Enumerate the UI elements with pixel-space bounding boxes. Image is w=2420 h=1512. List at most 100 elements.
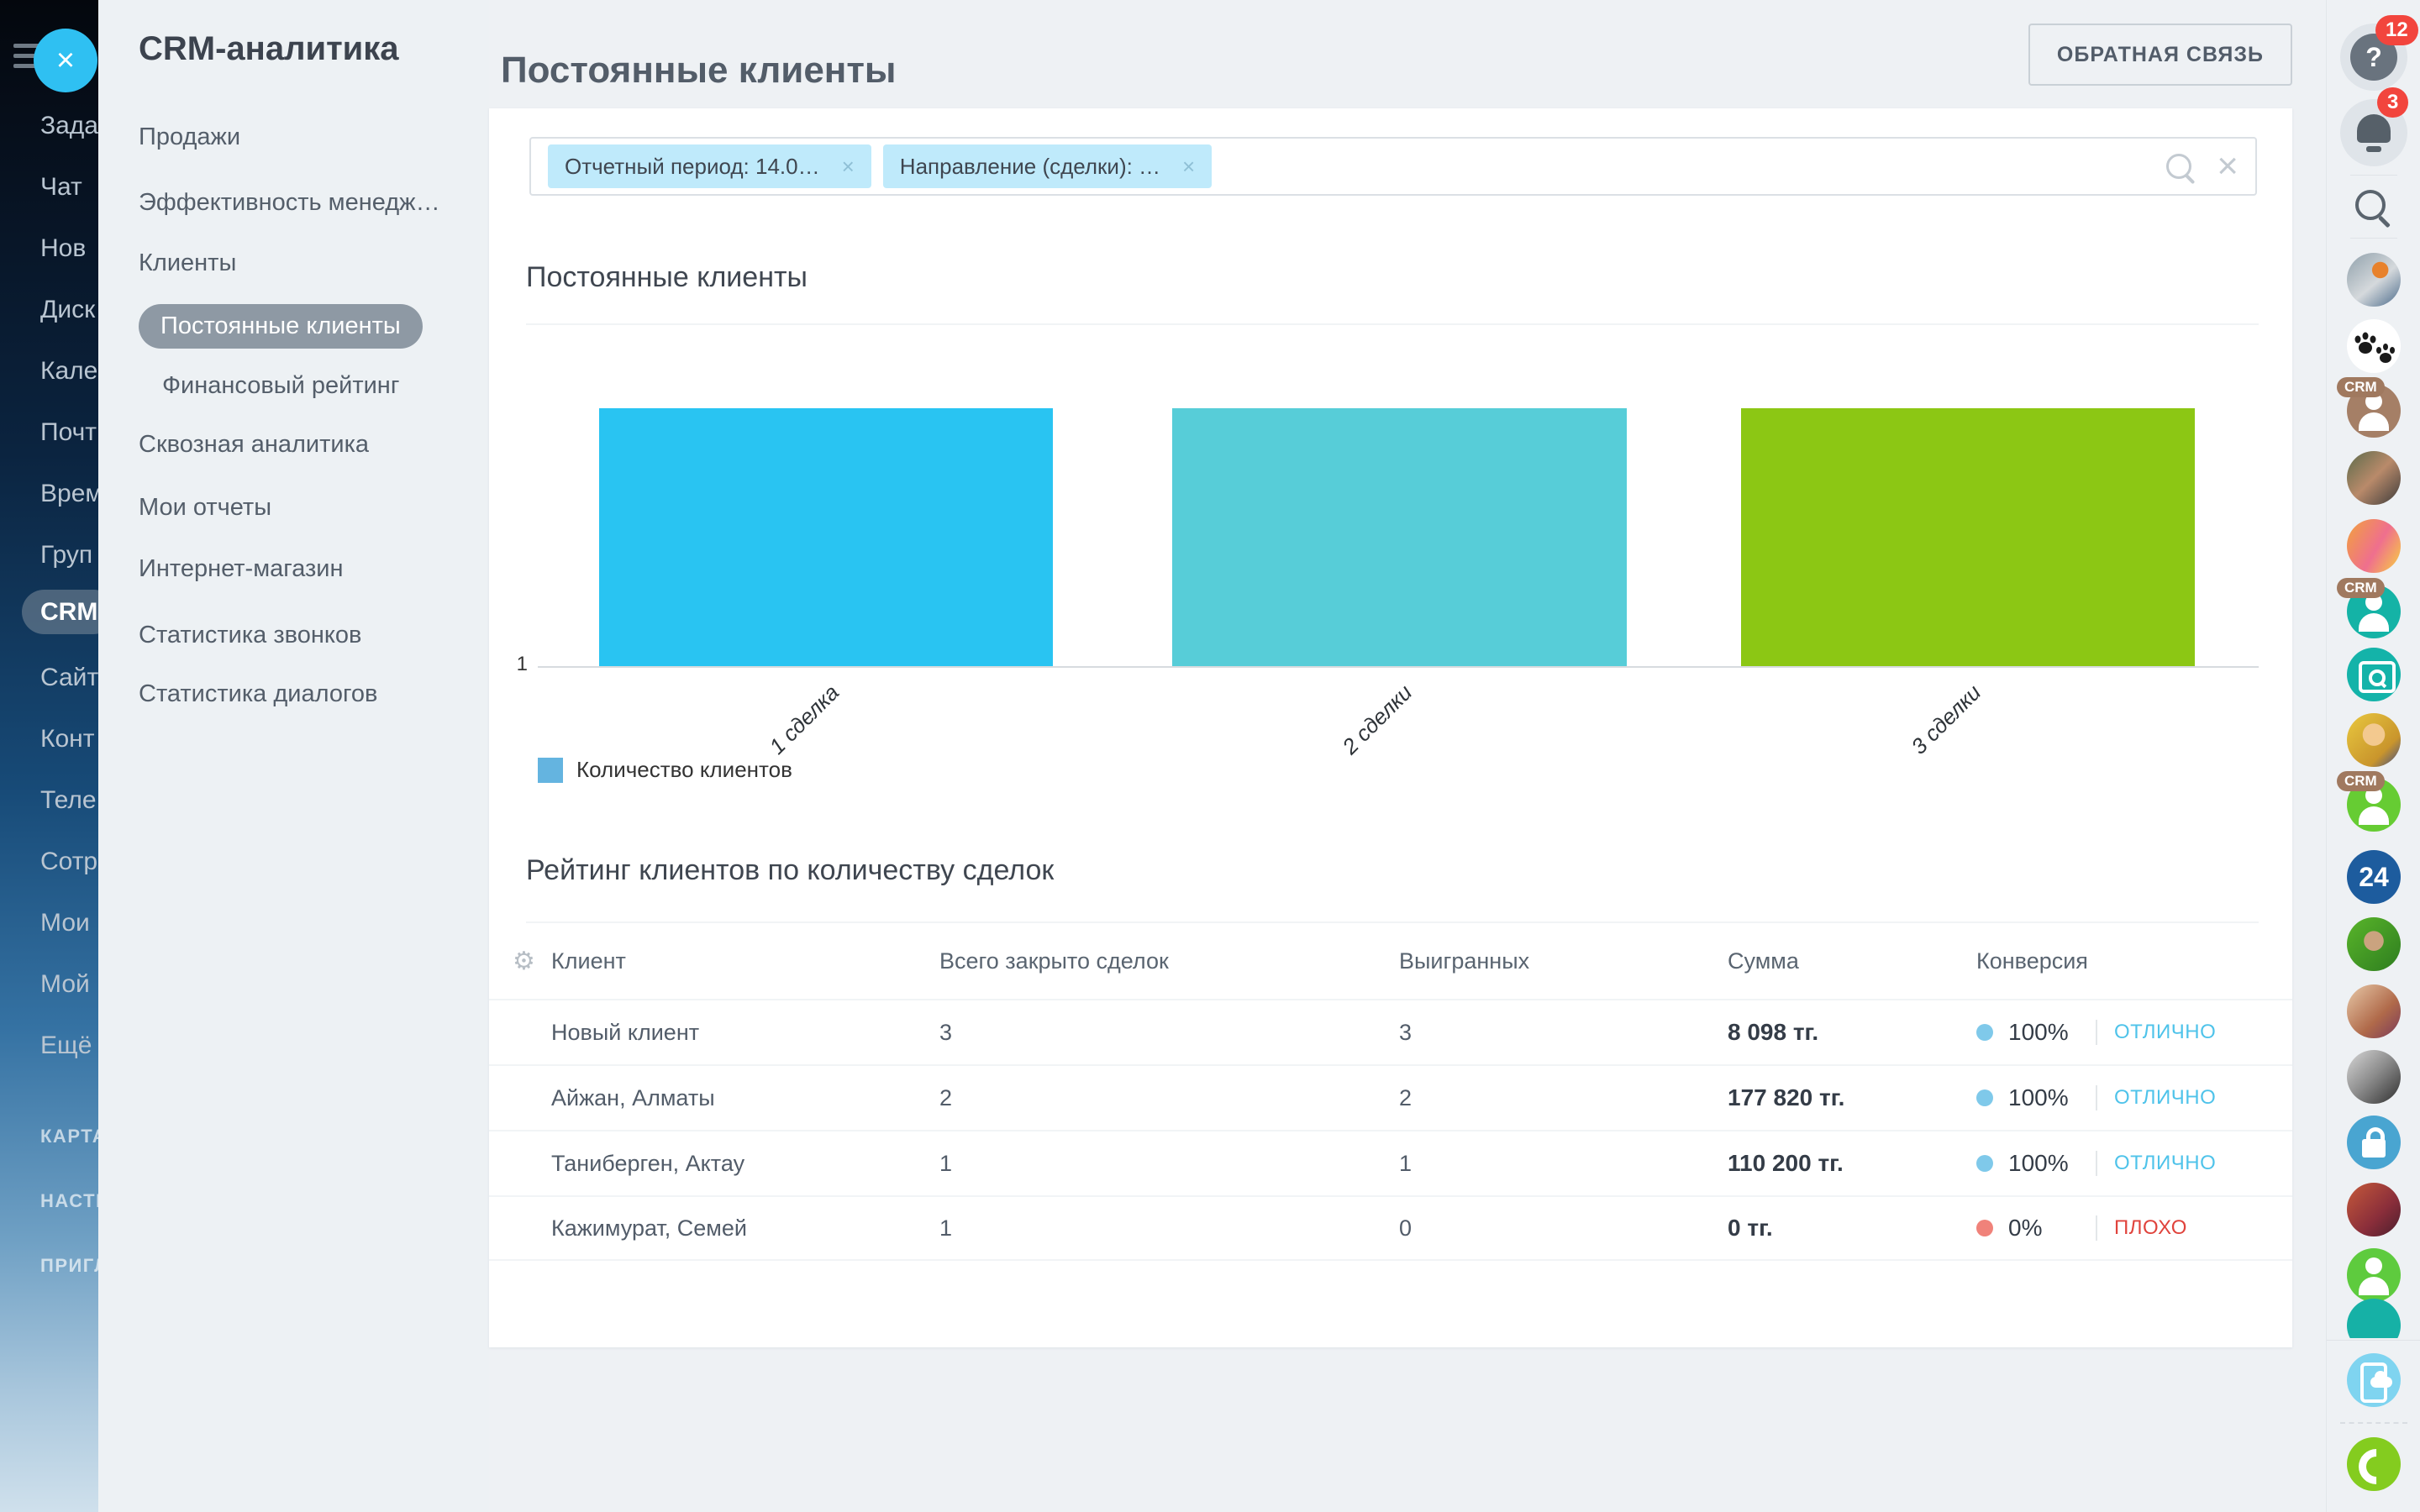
feedback-button[interactable]: ОБРАТНАЯ СВЯЗЬ — [2028, 24, 2292, 86]
section-divider — [526, 323, 2259, 325]
filter-actions: × — [2166, 148, 2238, 185]
panel-title: CRM-аналитика — [139, 30, 399, 68]
rail-divider — [2350, 238, 2397, 239]
column-header-client: Клиент — [551, 948, 939, 974]
avatar[interactable] — [2347, 451, 2401, 505]
menu-item-manager-efficiency[interactable]: Эффективность менедж… — [139, 189, 440, 217]
avatar-paws[interactable] — [2347, 319, 2401, 373]
avatar[interactable] — [2347, 984, 2401, 1038]
telephony-icon[interactable] — [2347, 1437, 2401, 1491]
avatar-crm-contact[interactable]: CRM — [2347, 384, 2401, 438]
sidebar-item-crm[interactable]: CRM — [40, 598, 98, 627]
bell-notification-badge: 3 — [2377, 87, 2408, 118]
column-header-sum: Сумма — [1728, 948, 1976, 974]
menu-item-dialog-statistics[interactable]: Статистика диалогов — [139, 680, 377, 708]
chip-close-icon[interactable]: × — [842, 154, 855, 180]
x-axis-label-1: 1 сделка — [695, 680, 844, 828]
filter-search-bar[interactable]: Отчетный период: 14.0… × Направление (сд… — [529, 137, 2257, 196]
y-axis-tick: 1 — [489, 653, 528, 676]
avatar[interactable] — [2347, 519, 2401, 573]
bitrix24-logo[interactable]: 24 — [2347, 850, 2401, 904]
cell-conversion: 100% ОТЛИЧНО — [1976, 1150, 2292, 1177]
sidebar-item-more[interactable]: Ещё — [40, 1032, 92, 1060]
avatar[interactable] — [2347, 1050, 2401, 1104]
menu-item-repeat-clients[interactable]: Постоянные клиенты — [139, 304, 423, 349]
avatar[interactable] — [2347, 253, 2401, 307]
menu-item-financial-rating[interactable]: Финансовый рейтинг — [162, 372, 399, 400]
app-root: Би × Зада Чат Нов Диск Кале Почт Врем Гр… — [0, 0, 2420, 1512]
sidebar-item-disk[interactable]: Диск — [40, 296, 95, 324]
avatar-crm-contact[interactable]: CRM — [2347, 585, 2401, 638]
sidebar-item-employees[interactable]: Сотр — [40, 848, 97, 876]
avatar-clipped[interactable] — [2327, 1299, 2420, 1338]
sidebar-item-chat[interactable]: Чат — [40, 173, 82, 202]
sidebar-item-my-2[interactable]: Мой — [40, 970, 90, 999]
filter-chip-deal-direction[interactable]: Направление (сделки): … × — [883, 144, 1212, 188]
conversion-dot — [1976, 1089, 1993, 1106]
sidebar-item-calendar[interactable]: Кале — [40, 357, 97, 386]
gear-icon[interactable]: ⚙ — [513, 947, 551, 976]
search-icon[interactable] — [2355, 190, 2386, 220]
messenger-close-button[interactable]: × — [34, 29, 97, 92]
cell-total: 2 — [939, 1085, 1399, 1111]
chip-close-icon[interactable]: × — [1182, 154, 1195, 180]
menu-item-repeat-clients-label: Постоянные клиенты — [139, 304, 423, 349]
cell-sum: 0 тг. — [1728, 1215, 1976, 1242]
sidebar-item-sitemap[interactable]: КАРТА — [40, 1126, 98, 1147]
sidebar-item-time[interactable]: Врем — [40, 480, 98, 508]
cell-won: 1 — [1399, 1151, 1728, 1177]
bell-icon[interactable] — [2357, 114, 2391, 143]
sidebar-item-my-1[interactable]: Мои — [40, 909, 90, 937]
mobile-app-icon[interactable] — [2347, 1353, 2401, 1407]
cell-client: Айжан, Алматы — [551, 1085, 939, 1111]
table-row[interactable]: Новый клиент 3 3 8 098 тг. 100% ОТЛИЧНО — [489, 999, 2292, 1064]
sidebar-item-groups[interactable]: Груп — [40, 541, 92, 570]
search-icon[interactable] — [2166, 154, 2191, 179]
chart-bar-2-deals[interactable] — [1172, 408, 1627, 666]
sidebar-item-contact-center[interactable]: Конт — [40, 725, 94, 753]
cell-total: 1 — [939, 1215, 1399, 1242]
column-header-total-closed: Всего закрыто сделок — [939, 948, 1399, 974]
avatar-crm-contact[interactable]: CRM — [2347, 778, 2401, 832]
avatar[interactable] — [2347, 917, 2401, 971]
sidebar-item-configure-menu[interactable]: НАСТР — [40, 1190, 98, 1212]
sidebar-item-invite[interactable]: ПРИГЛ — [40, 1255, 98, 1277]
menu-item-sales[interactable]: Продажи — [139, 123, 240, 151]
legend-swatch — [538, 758, 563, 783]
cell-won: 0 — [1399, 1215, 1728, 1242]
conversion-percent: 0% — [2008, 1215, 2079, 1242]
menu-item-call-statistics[interactable]: Статистика звонков — [139, 622, 361, 649]
main-content: Постоянные клиенты ОБРАТНАЯ СВЯЗЬ Отчетн… — [489, 0, 2326, 1512]
table-row[interactable]: Айжан, Алматы 2 2 177 820 тг. 100% ОТЛИЧ… — [489, 1064, 2292, 1130]
menu-item-my-reports[interactable]: Мои отчеты — [139, 494, 271, 522]
column-header-won: Выигранных — [1399, 948, 1728, 974]
sidebar-item-telephony[interactable]: Теле — [40, 786, 97, 815]
cell-sum: 177 820 тг. — [1728, 1084, 1976, 1111]
table-row[interactable]: Кажимурат, Семей 1 0 0 тг. 0% ПЛОХО — [489, 1195, 2292, 1261]
menu-item-end-to-end-analytics[interactable]: Сквозная аналитика — [139, 431, 369, 459]
avatar[interactable] — [2347, 713, 2401, 767]
cell-won: 2 — [1399, 1085, 1728, 1111]
browser-search-icon[interactable] — [2347, 648, 2401, 701]
page-title: Постоянные клиенты — [501, 50, 897, 92]
menu-item-clients[interactable]: Клиенты — [139, 249, 236, 277]
clear-filter-icon[interactable]: × — [2217, 148, 2238, 185]
chart-bar-1-deal[interactable] — [599, 408, 1053, 666]
filter-chip-report-period[interactable]: Отчетный период: 14.0… × — [548, 144, 871, 188]
lock-icon[interactable] — [2347, 1116, 2401, 1169]
avatar[interactable] — [2347, 1183, 2401, 1236]
crm-badge: CRM — [2337, 578, 2385, 598]
cell-total: 3 — [939, 1020, 1399, 1046]
sidebar-item-tasks[interactable]: Зада — [40, 112, 98, 140]
filter-chip-deal-direction-label: Направление (сделки): … — [900, 154, 1160, 180]
chart-bar-3-deals[interactable] — [1741, 408, 2195, 666]
sidebar-item-sites[interactable]: Сайт — [40, 664, 98, 692]
table-header-row: ⚙ Клиент Всего закрыто сделок Выигранных… — [489, 923, 2292, 999]
table-row[interactable]: Таниберген, Актау 1 1 110 200 тг. 100% О… — [489, 1130, 2292, 1195]
main-sidebar: Би × Зада Чат Нов Диск Кале Почт Врем Гр… — [0, 0, 98, 1512]
menu-item-online-store[interactable]: Интернет-магазин — [139, 555, 344, 583]
cell-divider — [2096, 1085, 2097, 1110]
sidebar-item-mail[interactable]: Почт — [40, 418, 97, 447]
sidebar-item-news[interactable]: Нов — [40, 234, 86, 263]
avatar-contact[interactable] — [2347, 1248, 2401, 1302]
